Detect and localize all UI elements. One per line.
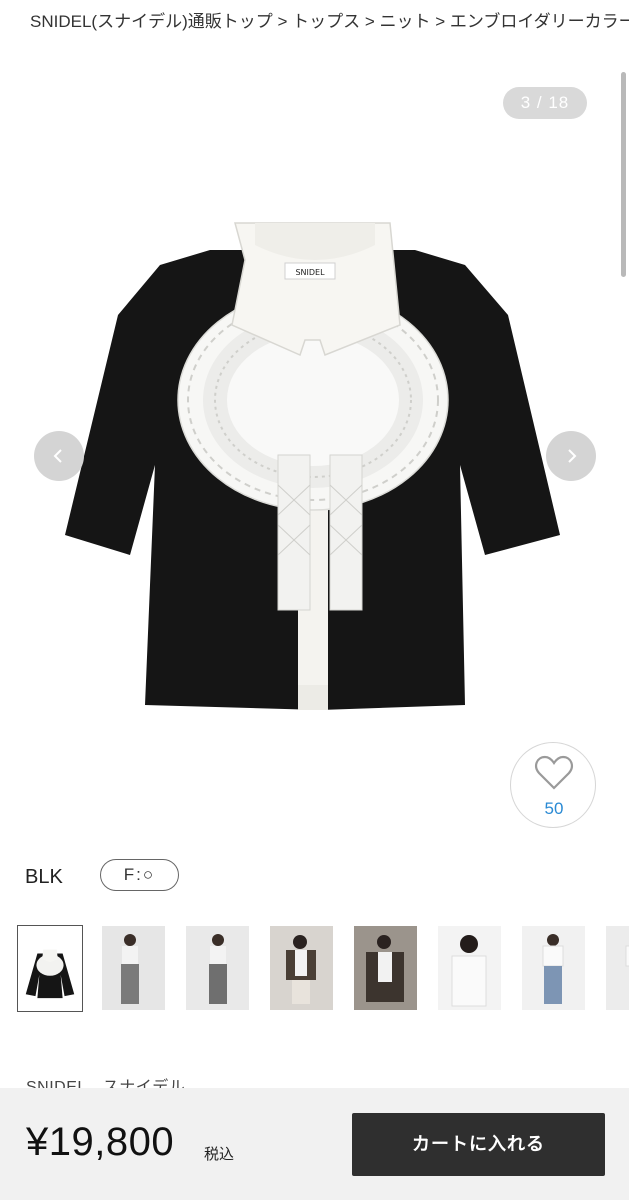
price: ¥19,800	[26, 1120, 175, 1164]
thumbnail-4[interactable]	[270, 926, 333, 1010]
breadcrumb-text[interactable]: SNIDEL(スナイデル)通販トップ > トップス > ニット > エンブロイダ…	[30, 12, 629, 32]
breadcrumb[interactable]: SNIDEL(スナイデル)通販トップ > トップス > ニット > エンブロイダ…	[0, 0, 629, 36]
image-counter: 3 / 18	[503, 87, 587, 119]
heart-outline-icon	[535, 755, 573, 790]
scrollbar[interactable]	[621, 72, 626, 277]
thumbnail-5[interactable]	[354, 926, 417, 1010]
product-image: SNIDEL	[65, 222, 560, 710]
thumbnail-6[interactable]	[438, 926, 501, 1010]
favorite-count: 50	[544, 799, 564, 818]
previous-image-button[interactable]	[34, 431, 84, 481]
favorite-button[interactable]: 50	[510, 742, 596, 828]
brand-tag-text: SNIDEL	[295, 268, 325, 277]
thumbnail-1[interactable]	[17, 925, 83, 1012]
next-image-button[interactable]	[546, 431, 596, 481]
thumbnail-strip[interactable]	[17, 925, 629, 1015]
thumbnail-2[interactable]	[102, 926, 165, 1010]
size-option[interactable]: F:○	[100, 859, 179, 891]
tax-label: 税込	[204, 1146, 235, 1163]
add-to-cart-button[interactable]: カートに入れる	[352, 1113, 605, 1176]
thumbnail-3[interactable]	[186, 926, 249, 1010]
color-label: BLK	[25, 866, 63, 888]
thumbnail-7[interactable]	[522, 926, 585, 1010]
thumbnail-8[interactable]	[606, 926, 629, 1010]
chevron-left-icon	[53, 449, 62, 463]
chevron-right-icon	[568, 449, 577, 463]
